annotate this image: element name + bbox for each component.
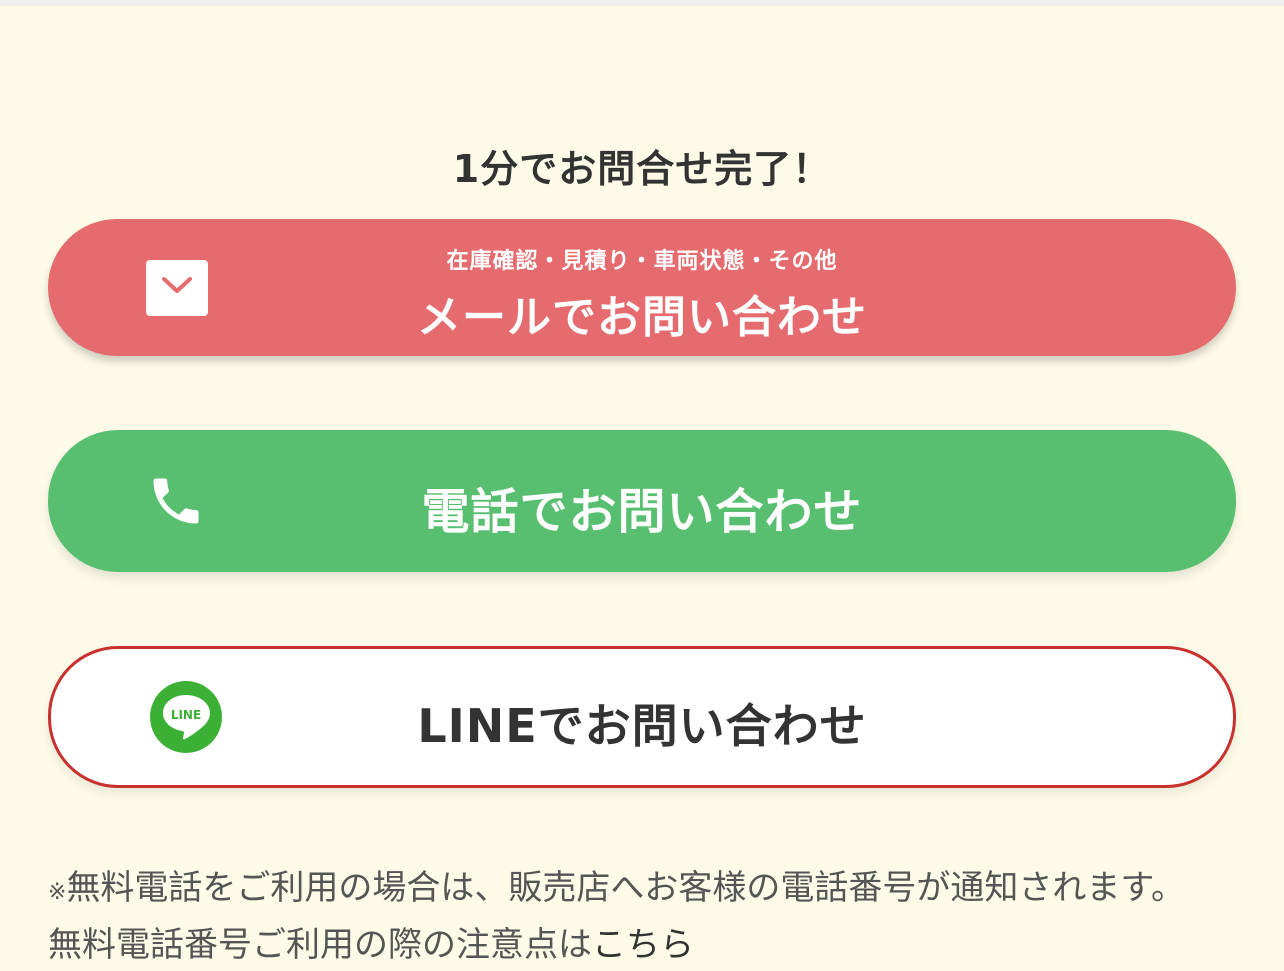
mail-inquiry-label: メールでお問い合わせ <box>417 292 867 343</box>
top-divider <box>0 0 1284 6</box>
free-call-note: ※無料電話をご利用の場合は、販売店へお客様の電話番号が通知されます。無料電話番号… <box>48 862 1198 971</box>
mail-inquiry-button[interactable]: 在庫確認・見積り・車両状態・その他 メールでお問い合わせ <box>48 219 1236 356</box>
mail-inquiry-sublabel: 在庫確認・見積り・車両状態・その他 <box>446 249 838 274</box>
phone-inquiry-button[interactable]: 電話でお問い合わせ <box>48 430 1236 572</box>
line-inquiry-button[interactable]: LINE LINEでお問い合わせ <box>48 646 1236 788</box>
line-inquiry-label: LINEでお問い合わせ <box>417 699 867 753</box>
page-headline: 1分でお問合せ完了！ <box>452 147 832 191</box>
note-mark: ※ <box>48 880 67 905</box>
note-details-link[interactable]: こちら <box>592 925 694 965</box>
phone-inquiry-label: 電話でお問い合わせ <box>421 484 863 540</box>
